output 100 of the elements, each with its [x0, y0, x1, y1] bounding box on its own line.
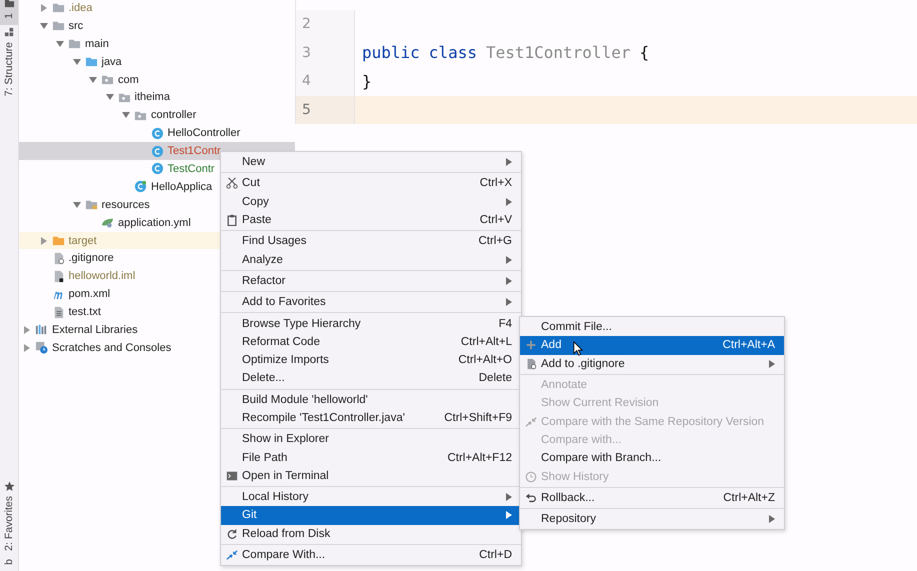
shortcut-label: Ctrl+Alt+L	[460, 336, 512, 348]
menu-item[interactable]: Reformat Code Ctrl+Alt+L	[221, 332, 521, 351]
submenu-arrow-icon	[506, 511, 512, 520]
tool-window-tab[interactable]: 7: Structure	[0, 24, 18, 102]
menu-item[interactable]: Build Module 'helloworld'	[221, 390, 521, 409]
menu-item[interactable]: Delete... Delete	[221, 369, 521, 388]
code-token: {	[639, 43, 650, 62]
shortcut-label: Ctrl+Shift+F9	[444, 412, 512, 424]
shortcut-label: Ctrl+X	[480, 177, 512, 190]
submenu-arrow-icon	[506, 298, 512, 306]
expanded-arrow-icon[interactable]	[56, 40, 64, 48]
tool-window-tab[interactable]: b	[0, 557, 18, 571]
submenu-arrow-icon	[506, 256, 512, 264]
shortcut-label: Delete	[478, 372, 512, 384]
tree-item[interactable]: itheima	[19, 88, 295, 106]
leaf-icon	[101, 216, 114, 230]
menu-item[interactable]: Add Ctrl+Alt+A	[520, 336, 784, 355]
menu-item[interactable]: Rollback... Ctrl+Alt+Z	[520, 488, 784, 507]
line-number: 3	[296, 38, 355, 67]
folder-icon	[68, 37, 81, 50]
shortcut-label: Ctrl+Alt+A	[722, 339, 775, 352]
tree-item[interactable]: java	[19, 52, 295, 71]
code-token: }	[362, 72, 372, 91]
tool-window-tab[interactable]: 1	[0, 0, 18, 25]
collapsed-arrow-icon[interactable]	[23, 326, 31, 334]
reload-icon	[226, 528, 238, 540]
menu-item[interactable]: Add to Favorites	[221, 293, 521, 312]
menu-item[interactable]: Reload from Disk	[221, 524, 521, 543]
class-icon	[134, 180, 147, 194]
submenu-arrow-icon	[506, 276, 512, 285]
folder-icon	[52, 19, 64, 32]
clock-icon	[524, 470, 536, 483]
scissors-icon	[226, 177, 238, 190]
shortcut-label: Ctrl+G	[478, 235, 512, 248]
menu-item[interactable]: File Path Ctrl+Alt+F12	[221, 448, 521, 467]
tree-item[interactable]: src	[19, 16, 295, 35]
shortcut-label: Ctrl+Alt+Z	[723, 492, 775, 504]
menu-item[interactable]: Copy	[221, 192, 521, 211]
menu-item[interactable]: Compare With... Ctrl+D	[221, 546, 521, 564]
menu-item[interactable]: Optimize Imports Ctrl+Alt+O	[221, 350, 521, 370]
tool-window-tab[interactable]: 2: Favorites	[0, 479, 18, 558]
compare-icon	[226, 549, 238, 562]
collapsed-arrow-icon[interactable]	[40, 236, 48, 245]
undo-icon	[524, 492, 536, 504]
collapsed-arrow-icon[interactable]	[40, 4, 48, 12]
line-number: 4	[296, 67, 355, 96]
menu-item[interactable]: Recompile 'Test1Controller.java' Ctrl+Shift+F9	[221, 408, 521, 428]
shortcut-label: Ctrl+V	[480, 214, 512, 226]
structure-icon	[4, 26, 14, 38]
folder-icon	[84, 198, 98, 212]
menu-item[interactable]: Show in Explorer	[221, 430, 521, 448]
expanded-arrow-icon[interactable]	[72, 58, 80, 66]
menu-item[interactable]: Local History	[221, 488, 521, 506]
tree-item[interactable]: controller	[19, 106, 295, 124]
tree-item[interactable]: main	[19, 34, 295, 53]
menu-item[interactable]: Paste Ctrl+V	[221, 210, 521, 230]
menu-item[interactable]: Browse Type Hierarchy F4	[221, 314, 521, 333]
star-icon	[4, 481, 14, 492]
libraries-icon	[35, 323, 48, 336]
scratches-icon	[35, 341, 48, 354]
shortcut-label: Ctrl+Alt+F12	[447, 452, 512, 464]
submenu-arrow-icon	[506, 198, 512, 206]
class-icon	[150, 162, 164, 176]
expanded-arrow-icon[interactable]	[106, 93, 114, 102]
class-icon	[150, 144, 164, 158]
expanded-arrow-icon[interactable]	[72, 200, 80, 209]
clipboard-icon	[226, 214, 238, 226]
submenu-arrow-icon	[769, 515, 775, 524]
menu-item[interactable]: Cut Ctrl+X	[221, 174, 521, 193]
menu-item[interactable]: Repository	[520, 510, 784, 528]
menu-item[interactable]: Git	[221, 506, 521, 525]
shortcut-label: F4	[498, 318, 512, 330]
plus-icon	[524, 339, 536, 352]
mouse-pointer-icon	[573, 341, 583, 356]
tree-item[interactable]: .idea	[19, 0, 295, 17]
file-icon	[524, 358, 536, 370]
submenu-arrow-icon	[769, 360, 775, 368]
line-number: 5	[296, 96, 355, 124]
shortcut-label: Ctrl+Alt+O	[458, 354, 512, 366]
menu-item[interactable]: Refactor	[221, 272, 521, 290]
line-number: 2	[296, 10, 355, 38]
menu-item[interactable]: Compare with Branch...	[520, 449, 784, 468]
folder-icon	[52, 234, 64, 248]
expanded-arrow-icon[interactable]	[122, 111, 130, 120]
tree-item[interactable]: HelloController	[19, 124, 295, 142]
code-token: class	[428, 43, 477, 62]
menu-item[interactable]: Add to .gitignore	[520, 354, 784, 373]
menu-item[interactable]: Commit File...	[520, 318, 784, 336]
folder-icon	[4, 0, 14, 9]
tree-item[interactable]: com	[19, 70, 295, 88]
folder-icon	[84, 55, 98, 68]
collapsed-arrow-icon[interactable]	[23, 344, 31, 352]
class-icon	[150, 126, 164, 140]
expanded-arrow-icon[interactable]	[40, 22, 48, 30]
code-token: public	[362, 43, 420, 62]
expanded-arrow-icon[interactable]	[89, 76, 97, 84]
menu-item[interactable]: Open in Terminal	[221, 466, 521, 486]
menu-item[interactable]: Analyze	[221, 250, 521, 269]
compare-icon	[524, 416, 536, 428]
submenu-arrow-icon	[506, 158, 512, 166]
